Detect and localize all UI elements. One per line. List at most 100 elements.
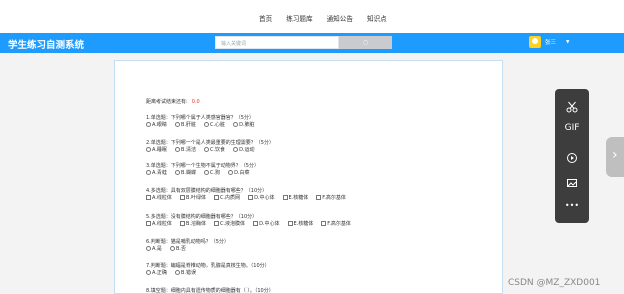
option-label: B.溶酶体	[185, 221, 206, 227]
answer-option[interactable]: A.是	[146, 245, 162, 252]
more-icon[interactable]: •••	[555, 201, 589, 210]
search-button[interactable]: ○	[339, 36, 392, 49]
checkbox[interactable]	[287, 221, 293, 226]
answer-option[interactable]: A.眼睛	[146, 121, 167, 128]
option-group: A.正确 B.错误	[146, 269, 204, 276]
answer-option[interactable]: C.饮食	[203, 146, 225, 153]
option-group: A.睡眠 B.清洁 C.饮食 D.运动	[146, 146, 263, 153]
answer-option[interactable]: C.心脏	[203, 121, 225, 128]
countdown-label: 距离考试结束还有:	[146, 99, 188, 105]
radio-button[interactable]	[146, 147, 151, 152]
answer-option[interactable]: D.中心体	[248, 194, 275, 201]
radio-button[interactable]	[146, 270, 151, 275]
question-text: 4.多选题：具有双层膜结构的细胞器有哪些？（10分）	[146, 188, 268, 194]
option-label: B.蝴蝶	[180, 170, 196, 176]
question-text: 8.填空题：细胞内具有遗传物质的细胞器有（ ）。（10分）	[146, 288, 274, 294]
answer-option[interactable]: A.青蛙	[146, 169, 167, 176]
answer-option[interactable]: C.液泡膜体	[213, 220, 246, 227]
image-icon[interactable]	[555, 174, 589, 193]
checkbox[interactable]	[248, 195, 254, 200]
user-name: 张三	[545, 40, 557, 46]
question-text: 7.判断题：蝙蝠是脊椎动物，乳腺是真核生物。（10分）	[146, 263, 270, 269]
search-input[interactable]: 输入关键词	[215, 36, 339, 49]
question-text: 1.单选题：下列哪个属于人类感官器官？（5分）	[146, 115, 254, 121]
watermark: CSDN @MZ_ZXD001	[508, 278, 601, 288]
option-label: A.睡眠	[152, 147, 167, 153]
countdown-value: 0.0	[191, 99, 200, 105]
checkbox[interactable]	[146, 221, 151, 226]
checkbox[interactable]	[213, 221, 219, 226]
option-label: B.否	[175, 246, 186, 252]
option-label: B.叶绿体	[185, 195, 206, 201]
radio-button[interactable]	[228, 170, 234, 175]
radio-button[interactable]	[203, 147, 209, 152]
answer-option[interactable]: C.狗	[203, 169, 220, 176]
header-bar: 学生练习自测系统 输入关键词 ○ 张三 ▼	[0, 33, 624, 53]
answer-option[interactable]: B.肝脏	[174, 121, 196, 128]
radio-button[interactable]	[174, 147, 180, 152]
nav-question-bank[interactable]: 练习题库	[286, 13, 312, 23]
answer-option[interactable]: C.内质网	[213, 194, 240, 201]
option-label: E.核糖体	[293, 221, 314, 227]
answer-option[interactable]: D.运动	[233, 146, 255, 153]
checkbox[interactable]	[146, 195, 151, 200]
expand-handle[interactable]	[606, 137, 624, 177]
checkbox[interactable]	[282, 195, 288, 200]
option-label: A.线粒体	[152, 221, 172, 227]
user-menu[interactable]: 张三 ▼	[529, 36, 569, 48]
radio-button[interactable]	[174, 270, 180, 275]
radio-button[interactable]	[233, 147, 239, 152]
answer-option[interactable]: A.正确	[146, 269, 167, 276]
chevron-down-icon: ▼	[566, 39, 570, 45]
answer-option[interactable]: B.蝴蝶	[174, 169, 196, 176]
answer-option[interactable]: E.核糖体	[282, 194, 308, 201]
option-label: B.肝脏	[180, 122, 196, 128]
answer-option[interactable]: F.高尔基体	[316, 194, 346, 201]
radio-button[interactable]	[203, 170, 209, 175]
option-label: A.眼睛	[152, 122, 167, 128]
answer-option[interactable]: A.线粒体	[146, 194, 172, 201]
nav-notices[interactable]: 通知公告	[327, 13, 353, 23]
answer-option[interactable]: B.叶绿体	[179, 194, 206, 201]
checkbox[interactable]	[179, 195, 185, 200]
radio-button[interactable]	[233, 122, 239, 127]
checkbox[interactable]	[321, 221, 327, 226]
question-text: 5.多选题：没有膜结构的细胞器有哪些？（10分）	[146, 214, 258, 220]
answer-option[interactable]: B.否	[169, 245, 186, 252]
answer-option[interactable]: B.错误	[174, 269, 196, 276]
option-label: D.中心体	[254, 195, 275, 201]
radio-button[interactable]	[174, 170, 180, 175]
checkbox[interactable]	[253, 221, 259, 226]
option-label: A.是	[152, 246, 162, 252]
answer-option[interactable]: B.溶酶体	[179, 220, 206, 227]
answer-option[interactable]: F.高尔基体	[321, 220, 351, 227]
video-icon[interactable]	[555, 149, 589, 168]
answer-option[interactable]: B.清洁	[174, 146, 196, 153]
nav-home[interactable]: 首页	[259, 13, 272, 23]
answer-option[interactable]: D.肺脏	[233, 121, 255, 128]
option-label: D.中心体	[259, 221, 280, 227]
checkbox[interactable]	[316, 195, 322, 200]
option-group: A.眼睛 B.肝脏 C.心脏 D.肺脏	[146, 121, 263, 128]
checkbox[interactable]	[179, 221, 185, 226]
gif-icon[interactable]: GIF	[555, 123, 589, 133]
radio-button[interactable]	[203, 122, 209, 127]
scissors-icon[interactable]	[555, 98, 589, 117]
answer-option[interactable]: E.核糖体	[287, 220, 314, 227]
checkbox[interactable]	[213, 195, 219, 200]
nav-knowledge[interactable]: 知识点	[367, 13, 387, 23]
radio-button[interactable]	[146, 246, 151, 251]
radio-button[interactable]	[146, 170, 151, 175]
top-navigation: 首页 练习题库 通知公告 知识点	[0, 0, 624, 33]
question-text: 3.单选题：下列哪一个生物不属于动物界？（5分）	[146, 163, 259, 169]
radio-button[interactable]	[169, 246, 175, 251]
radio-button[interactable]	[174, 122, 180, 127]
answer-option[interactable]: D.中心体	[253, 220, 280, 227]
option-label: D.白菜	[234, 170, 250, 176]
answer-option[interactable]: A.线粒体	[146, 220, 172, 227]
option-label: C.液泡膜体	[219, 221, 246, 227]
answer-option[interactable]: A.睡眠	[146, 146, 167, 153]
option-group: A.青蛙 B.蝴蝶 C.狗 D.白菜	[146, 169, 258, 176]
answer-option[interactable]: D.白菜	[228, 169, 250, 176]
radio-button[interactable]	[146, 122, 151, 127]
